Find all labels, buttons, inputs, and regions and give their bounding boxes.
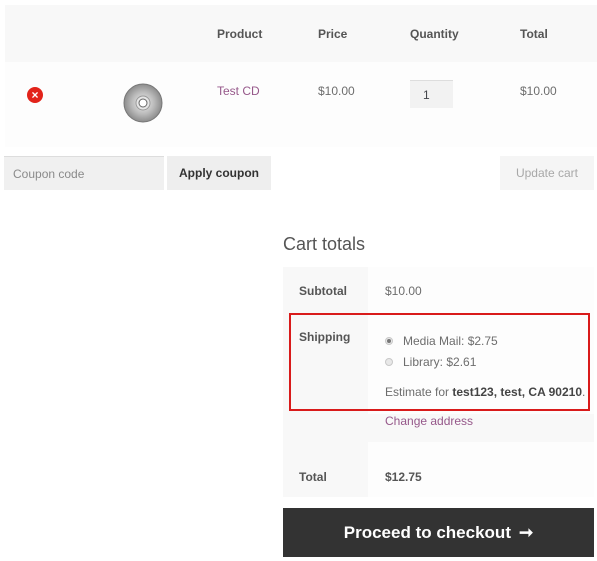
- subtotal-row: Subtotal $10.00: [283, 267, 594, 313]
- change-address-row: Change address: [283, 414, 594, 442]
- shipping-option-label: Media Mail: $2.75: [403, 333, 498, 348]
- shipping-option-library[interactable]: Library: $2.61: [385, 351, 594, 372]
- shipping-options: Media Mail: $2.75 Library: $2.61 Estimat…: [368, 313, 594, 414]
- header-product: Product: [217, 27, 263, 41]
- cart-table: Product Price Quantity Total: [5, 5, 597, 147]
- subtotal-value: $10.00: [368, 267, 594, 313]
- proceed-to-checkout-button[interactable]: Proceed to checkout ➞: [283, 508, 594, 557]
- shipping-estimate: Estimate for test123, test, CA 90210.: [385, 385, 594, 399]
- item-price: $10.00: [318, 84, 355, 98]
- update-cart-button[interactable]: Update cart: [500, 156, 594, 190]
- total-row: Total $12.75: [283, 442, 594, 497]
- total-label: Total: [283, 442, 368, 497]
- cart-table-header: Product Price Quantity Total: [5, 5, 597, 62]
- total-value: $12.75: [368, 442, 594, 497]
- estimate-prefix: Estimate for: [385, 385, 453, 399]
- shipping-option-media-mail[interactable]: Media Mail: $2.75: [385, 330, 594, 351]
- estimate-suffix: .: [582, 385, 586, 399]
- header-total: Total: [520, 27, 548, 41]
- shipping-label: Shipping: [283, 313, 368, 414]
- product-link[interactable]: Test CD: [217, 84, 260, 98]
- apply-coupon-button[interactable]: Apply coupon: [167, 156, 271, 190]
- header-price: Price: [318, 27, 348, 41]
- quantity-input[interactable]: [410, 80, 453, 108]
- header-quantity: Quantity: [410, 27, 459, 41]
- cart-item-row: [5, 62, 597, 147]
- radio-library[interactable]: [385, 357, 393, 366]
- coupon-code-input[interactable]: [4, 156, 164, 190]
- item-total: $10.00: [520, 84, 557, 98]
- shipping-row: Shipping Media Mail: $2.75 Library: $2.6…: [283, 313, 594, 414]
- cart-totals-table: Subtotal $10.00 Shipping Media Mail: $2.…: [283, 267, 594, 497]
- change-address-spacer: [283, 414, 368, 442]
- cart-totals-title: Cart totals: [283, 234, 366, 254]
- radio-media-mail[interactable]: [385, 336, 393, 345]
- cd-thumbnail-icon[interactable]: [122, 82, 164, 124]
- checkout-label: Proceed to checkout: [343, 522, 511, 542]
- remove-item-icon[interactable]: ×: [27, 87, 43, 103]
- change-address-link[interactable]: Change address: [385, 414, 473, 428]
- estimate-address: test123, test, CA 90210: [452, 385, 582, 399]
- subtotal-label: Subtotal: [283, 267, 368, 313]
- arrow-right-icon: ➞: [518, 522, 534, 542]
- shipping-option-label: Library: $2.61: [403, 354, 477, 369]
